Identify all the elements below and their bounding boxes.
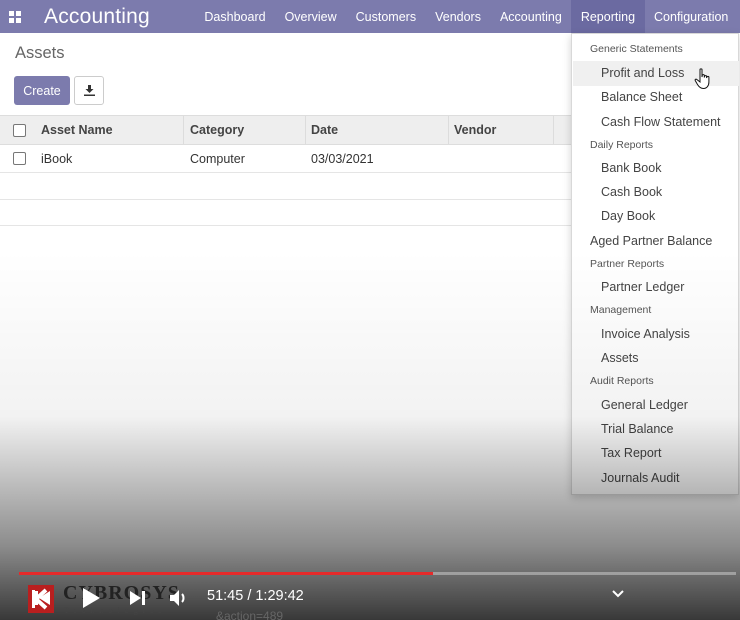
column-asset-name[interactable]: Asset Name — [41, 123, 113, 137]
empty-row — [0, 200, 590, 226]
assets-table: Asset Name Category Date Vendor iBook Co… — [0, 115, 590, 226]
menu-item-assets[interactable]: Assets — [601, 351, 639, 365]
select-all-checkbox[interactable] — [13, 123, 26, 137]
menu-accounting[interactable]: Accounting — [490, 0, 571, 33]
video-time: 51:45 / 1:29:42 — [207, 588, 304, 604]
header-generic-statements: Generic Statements — [590, 43, 683, 55]
menu-item-invoice-analysis[interactable]: Invoice Analysis — [601, 327, 690, 341]
volume-icon[interactable] — [168, 588, 190, 608]
hand-cursor-icon — [694, 68, 710, 90]
video-progress-bar[interactable] — [19, 572, 736, 575]
reporting-dropdown: Generic Statements Profit and Loss Balan… — [571, 33, 739, 495]
video-progress-fill — [19, 572, 433, 575]
menu-configuration[interactable]: Configuration — [645, 0, 738, 33]
menu-item-trial-balance[interactable]: Trial Balance — [601, 422, 674, 436]
menu-item-general-ledger[interactable]: General Ledger — [601, 398, 688, 412]
menu-overview[interactable]: Overview — [275, 0, 346, 33]
url-fragment: &action=489 — [216, 609, 284, 620]
menu-item-journals-audit[interactable]: Journals Audit — [601, 471, 680, 485]
top-navbar: Accounting Dashboard Overview Customers … — [0, 0, 740, 33]
table-header: Asset Name Category Date Vendor — [0, 115, 590, 145]
menu-reporting[interactable]: Reporting — [571, 0, 645, 33]
breadcrumb: Assets — [15, 44, 65, 62]
download-button[interactable] — [74, 76, 104, 105]
row-checkbox[interactable] — [13, 152, 26, 165]
menu-item-cash-flow-statement[interactable]: Cash Flow Statement — [601, 115, 721, 129]
column-date[interactable]: Date — [311, 123, 338, 137]
menu-vendors[interactable]: Vendors — [426, 0, 491, 33]
column-divider — [553, 116, 554, 144]
main-menu: Dashboard Overview Customers Vendors Acc… — [195, 0, 738, 33]
column-vendor[interactable]: Vendor — [454, 123, 496, 137]
apps-grid-icon[interactable] — [0, 0, 30, 33]
menu-item-day-book[interactable]: Day Book — [601, 209, 655, 223]
empty-row — [0, 173, 590, 200]
menu-item-cash-book[interactable]: Cash Book — [601, 185, 662, 199]
column-divider — [183, 116, 184, 144]
menu-dashboard[interactable]: Dashboard — [195, 0, 275, 33]
create-button[interactable]: Create — [14, 76, 70, 105]
app-title: Accounting — [44, 4, 150, 28]
download-icon — [83, 85, 95, 96]
cell-asset-name: iBook — [41, 151, 73, 166]
menu-item-bank-book[interactable]: Bank Book — [601, 161, 661, 175]
table-row[interactable]: iBook Computer 03/03/2021 — [0, 145, 590, 173]
menu-item-aged-partner-balance[interactable]: Aged Partner Balance — [590, 234, 712, 248]
cell-date: 03/03/2021 — [311, 151, 374, 166]
column-category[interactable]: Category — [190, 123, 244, 137]
menu-item-profit-and-loss[interactable]: Profit and Loss — [601, 66, 684, 80]
column-divider — [448, 116, 449, 144]
column-divider — [305, 116, 306, 144]
cell-category: Computer — [190, 151, 245, 166]
menu-item-partner-ledger[interactable]: Partner Ledger — [601, 280, 684, 294]
chevron-down-icon[interactable] — [611, 589, 625, 599]
play-icon[interactable] — [80, 586, 102, 610]
menu-item-tax-report[interactable]: Tax Report — [601, 446, 661, 460]
header-daily-reports: Daily Reports — [590, 139, 654, 151]
next-icon[interactable] — [127, 588, 147, 608]
header-audit-reports: Audit Reports — [590, 375, 654, 387]
header-management: Management — [590, 304, 652, 316]
menu-item-balance-sheet[interactable]: Balance Sheet — [601, 90, 682, 104]
menu-customers[interactable]: Customers — [346, 0, 425, 33]
previous-icon[interactable] — [33, 588, 53, 608]
header-partner-reports: Partner Reports — [590, 258, 665, 270]
